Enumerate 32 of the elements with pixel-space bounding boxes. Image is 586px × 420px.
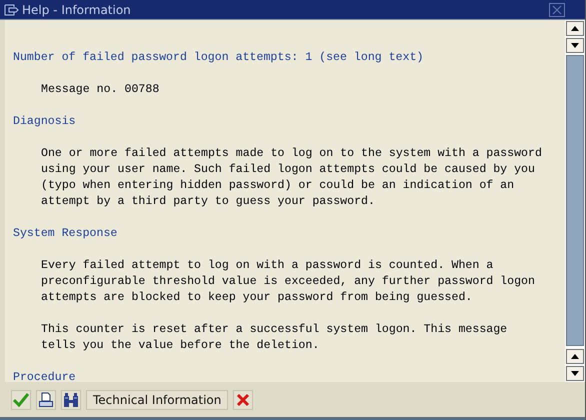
- text-line: using your user name. Such failed logon attempts could be caused by you: [41, 162, 535, 178]
- close-icon[interactable]: [549, 2, 565, 16]
- text-line: attempts are blocked to keep your password from being guessed.: [41, 290, 472, 306]
- text-line: Message no. 00788: [41, 82, 160, 98]
- window-icon: [4, 4, 19, 16]
- scroll-down-button[interactable]: [566, 366, 584, 381]
- text-line: tells you the value before the deletion.: [41, 338, 320, 354]
- text-line: This counter is reset after a successful system logon. This message: [41, 322, 508, 338]
- text-line: attempt by a third party to guess your password.: [41, 194, 375, 210]
- text-line: One or more failed attempts made to log on to the system with a password: [41, 146, 542, 162]
- scrollbar[interactable]: [565, 20, 585, 382]
- scroll-thumb[interactable]: [566, 55, 584, 346]
- section-heading: Procedure: [13, 370, 76, 382]
- scroll-down-button[interactable]: [566, 38, 584, 53]
- text-line: (typo when entering hidden password) or could be an indication of an: [41, 178, 514, 194]
- close-icon: [236, 392, 250, 406]
- scroll-up-button[interactable]: [566, 349, 584, 364]
- checkmark-icon: [13, 392, 29, 406]
- section-heading: System Response: [13, 226, 118, 242]
- binoculars-icon: [63, 392, 79, 408]
- printer-icon: [38, 392, 54, 408]
- confirm-button[interactable]: [11, 390, 31, 410]
- section-heading: Number of failed password logon attempts: 1 (see long text): [13, 50, 424, 66]
- section-heading: Diagnosis: [13, 114, 76, 130]
- cancel-button[interactable]: [233, 390, 254, 410]
- print-button[interactable]: [36, 390, 56, 410]
- text-line: preconfigurable threshold value is exceeded, any further password logon: [41, 274, 535, 290]
- window-title: Help - Information: [22, 2, 131, 16]
- find-button[interactable]: [61, 390, 81, 410]
- text-line: Every failed attempt to log on with a password is counted. When a: [41, 258, 494, 274]
- scroll-up-button[interactable]: [566, 21, 584, 36]
- technical-information-button[interactable]: Technical Information: [86, 390, 228, 410]
